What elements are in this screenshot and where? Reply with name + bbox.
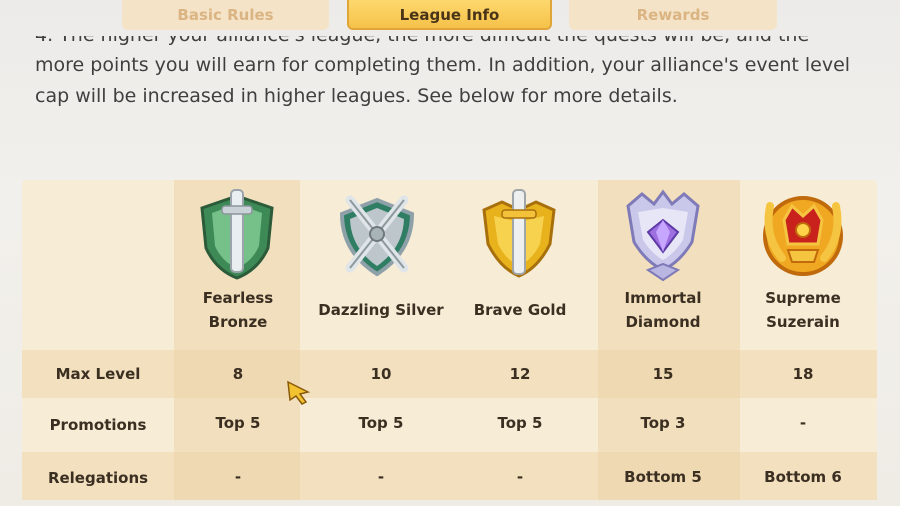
promotions-silver: Top 5 <box>358 414 404 432</box>
relegations-suzerain: Bottom 6 <box>764 468 842 486</box>
relegations-silver: - <box>377 468 385 486</box>
league-name-gold: Brave Gold <box>449 298 591 322</box>
gold-shield-icon <box>482 189 556 278</box>
bronze-shield-icon <box>200 189 274 280</box>
promotions-gold: Top 5 <box>497 414 543 432</box>
row-label-relegations: Relegations <box>47 469 149 487</box>
league-description: 4. The higher your alliance's league, th… <box>35 36 885 112</box>
league-name-diamond: Immortal Diamond <box>592 286 734 334</box>
max-level-suzerain: 18 <box>792 365 814 383</box>
promotions-diamond: Top 3 <box>640 414 686 432</box>
tab-league-info[interactable]: League Info <box>347 0 552 30</box>
league-name-line: Supreme <box>765 289 841 307</box>
relegations-bronze: - <box>234 468 242 486</box>
diamond-crest-icon <box>626 189 700 282</box>
relegations-gold: - <box>516 468 524 486</box>
description-partial-line: 4. The higher your alliance's league, th… <box>35 36 885 50</box>
league-table: Fearless Bronze Dazzling Silver Brave Go… <box>22 180 877 500</box>
league-name-line: Fearless <box>202 289 274 307</box>
league-name-line: Brave Gold <box>473 301 567 319</box>
max-level-silver: 10 <box>370 365 392 383</box>
max-level-diamond: 15 <box>652 365 674 383</box>
league-name-silver: Dazzling Silver <box>310 298 452 322</box>
league-name-line: Immortal <box>624 289 702 307</box>
max-level-gold: 12 <box>509 365 531 383</box>
league-name-line: Dazzling Silver <box>318 301 444 319</box>
row-label-promotions: Promotions <box>49 416 147 434</box>
tab-bar: Basic Rules League Info Rewards <box>0 0 900 32</box>
league-name-line: Diamond <box>625 313 701 331</box>
league-name-line: Bronze <box>208 313 268 331</box>
league-name-bronze: Fearless Bronze <box>167 286 309 334</box>
relegations-diamond: Bottom 5 <box>624 468 702 486</box>
suzerain-crown-icon <box>763 196 843 276</box>
pointer-cursor-icon <box>287 380 311 405</box>
tab-basic-rules[interactable]: Basic Rules <box>122 0 329 30</box>
description-line-2: cap will be increased in higher leagues.… <box>35 85 678 107</box>
silver-crossed-swords-icon <box>339 195 415 277</box>
promotions-suzerain: - <box>799 414 807 432</box>
promotions-bronze: Top 5 <box>215 414 261 432</box>
tab-rewards[interactable]: Rewards <box>569 0 777 30</box>
league-name-line: Suzerain <box>766 313 840 331</box>
description-line-1: more points you will earn for completing… <box>35 54 851 76</box>
row-label-max-level: Max Level <box>55 365 141 383</box>
league-name-suzerain: Supreme Suzerain <box>732 286 874 334</box>
